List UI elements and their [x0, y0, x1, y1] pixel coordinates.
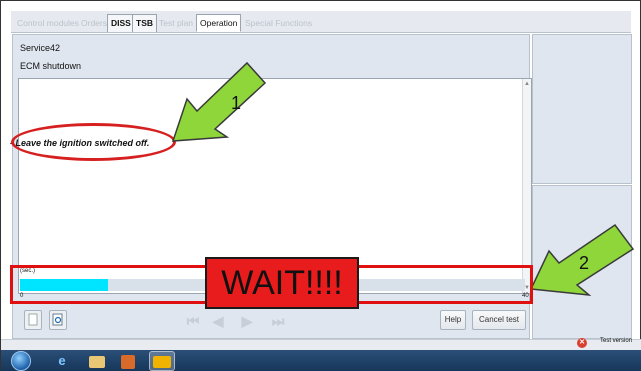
tab-orders[interactable]: Orders: [77, 14, 111, 32]
zoom-button[interactable]: [49, 310, 67, 330]
procedure-title: ECM shutdown: [20, 61, 82, 71]
instruction-highlight-ellipse: [11, 123, 176, 161]
side-panel-top: [532, 34, 632, 184]
next-step-icon[interactable]: ▶: [236, 311, 258, 331]
tab-diss[interactable]: DISS: [107, 14, 135, 32]
previous-step-icon[interactable]: ◀: [207, 311, 229, 331]
error-icon: ✕: [577, 338, 587, 348]
scroll-up-icon[interactable]: ▲: [524, 81, 530, 87]
tab-special-functions[interactable]: Special Functions: [241, 14, 316, 32]
arrow-1-icon: 1: [171, 61, 267, 142]
tab-bar: Control modules Orders DISS TSB Test pla…: [11, 11, 631, 33]
document-icon: [28, 313, 38, 326]
media-player-icon[interactable]: [121, 355, 135, 369]
status-bar: [1, 339, 641, 350]
tab-control-modules[interactable]: Control modules: [13, 14, 83, 32]
arrow-1-label: 1: [231, 93, 241, 113]
cancel-test-button[interactable]: Cancel test: [472, 310, 526, 330]
app-window: Control modules Orders DISS TSB Test pla…: [0, 0, 641, 371]
first-step-icon[interactable]: ⏮: [182, 311, 204, 331]
tab-test-plan[interactable]: Test plan: [155, 14, 197, 32]
diagnostic-app-icon[interactable]: [153, 356, 171, 368]
wait-banner: WAIT!!!!: [205, 257, 359, 309]
test-version-label: Test version: [599, 338, 632, 344]
help-button[interactable]: Help: [440, 310, 466, 330]
service-title: Service42: [20, 43, 61, 53]
tab-tsb[interactable]: TSB: [132, 14, 157, 32]
arrow-2-label: 2: [579, 253, 589, 273]
tab-operation[interactable]: Operation: [196, 14, 242, 32]
magnify-document-icon: [52, 313, 63, 326]
internet-explorer-icon[interactable]: e: [53, 353, 71, 369]
start-button-icon[interactable]: [11, 351, 31, 371]
folder-icon[interactable]: [89, 356, 105, 368]
document-button[interactable]: [24, 310, 42, 330]
arrow-2-icon: 2: [529, 223, 635, 296]
last-step-icon[interactable]: ⏭: [267, 311, 289, 331]
